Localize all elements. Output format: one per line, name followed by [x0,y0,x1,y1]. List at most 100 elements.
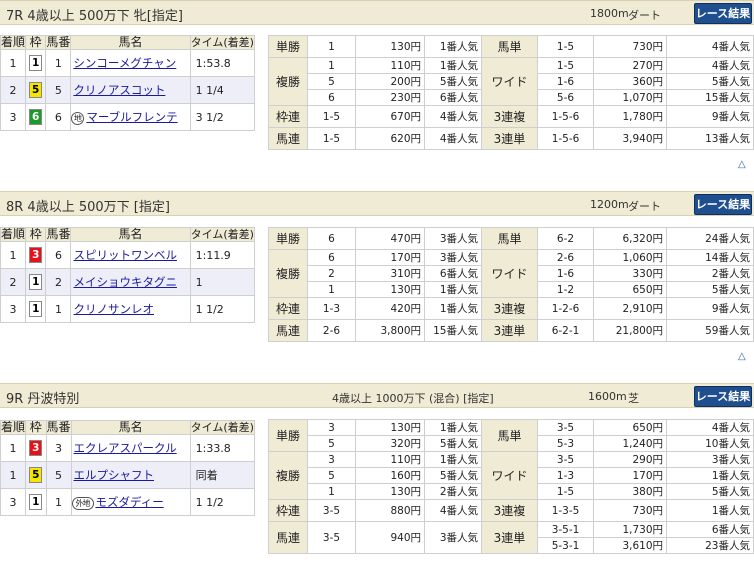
payout-cell: 4番人気 [666,57,754,74]
horse-link[interactable]: メイショウキタグニ [72,275,177,289]
race-header-7r: 7R 4歳以上 500万下 牝[指定] 1800m ダート レース結果 [0,0,754,25]
payout-cell: 5-3-1 [537,537,594,554]
payout-cell: 2-6 [307,319,356,342]
result-cell: 1 [0,461,27,489]
payout-cell: 3番人気 [424,521,482,554]
payout-cell: 3番人気 [666,451,754,468]
payout-cell: 9番人気 [666,297,754,320]
payout-cell: 160円 [355,467,425,484]
payout-cell: 230円 [355,89,425,106]
result-cell: 5 [25,76,47,104]
payout-cell: 3-5 [537,451,594,468]
waku-badge: 3 [29,440,43,456]
payout-cell: 9番人気 [666,105,754,128]
payout-cell: 110円 [355,451,425,468]
horse-link[interactable]: クリノアスコット [72,83,165,97]
payout-cell: 1番人気 [424,281,482,298]
result-cell: スピリットワンベル [70,241,191,269]
bet-type-label: 3連複 [481,105,538,128]
result-cell: メイショウキタグニ [70,268,191,296]
payout-cell: 5 [307,435,356,452]
col-horse: 馬名 [70,35,191,50]
result-cell: 1 [45,49,72,77]
horse-link[interactable]: エルプシャフト [72,468,155,482]
payout-cell: 23番人気 [666,537,754,554]
result-cell: 1 [45,295,72,323]
horse-link[interactable]: エクレアスパークル [72,441,177,455]
payout-cell: 14番人気 [666,249,754,266]
bet-type-label: 枠連 [268,105,308,128]
result-cell: 6 [45,241,72,269]
result-cell: 1:11.9 [189,241,256,269]
waku-badge: 6 [29,109,43,125]
bet-type-label: 単勝 [268,227,308,250]
bet-type-label: 3連単 [481,521,538,554]
result-cell: 1 1/2 [189,488,256,516]
payout-cell: 13番人気 [666,127,754,150]
payout-cell: 5 [307,73,356,90]
payout-cell: 320円 [355,435,425,452]
payout-cell: 21,800円 [593,319,667,342]
race-distance: 1200m [590,198,629,211]
payout-cell: 1 [307,57,356,74]
race-result-button[interactable]: レース結果 [694,386,752,407]
payout-cell: 730円 [593,499,667,522]
payout-cell: 380円 [593,483,667,500]
race-surface: ダート [628,9,661,22]
waku-badge: 1 [29,274,43,290]
bet-type-label: 馬連 [268,319,308,342]
payout-cell: 6番人気 [424,89,482,106]
payout-cell: 4番人気 [666,35,754,58]
payout-cell: 5番人気 [424,467,482,484]
result-cell: 2 [0,76,27,104]
col-time: タイム(着差) [189,35,256,50]
result-cell: クリノサンレオ [70,295,191,323]
horse-link[interactable]: シンコーメグチャン [72,56,176,70]
col-rank: 着順 [0,35,27,50]
payout-cell: 620円 [355,127,425,150]
horse-link[interactable]: クリノサンレオ [72,302,154,316]
payout-cell: 2,910円 [593,297,667,320]
payout-cell: 470円 [355,227,425,250]
race-result-button[interactable]: レース結果 [694,3,752,24]
payout-cell: 420円 [355,297,425,320]
bet-type-label: 複勝 [268,57,308,106]
payout-cell: 3番人気 [424,227,482,250]
result-cell: 3 1/2 [189,103,256,131]
payout-cell: 5番人気 [424,73,482,90]
bet-type-label: 馬単 [481,227,538,250]
result-table-9r: 着順 枠 馬番 馬名 タイム(着差) 1 3 3 エクレアスパークル 1:33.… [0,420,256,516]
result-cell: 1 [25,49,47,77]
horse-link[interactable]: スピリットワンベル [72,248,177,262]
payout-cell: 1-3 [537,467,594,484]
race-distance: 1800m [590,7,629,20]
race-result-button[interactable]: レース結果 [694,194,752,215]
result-cell: 5 [45,76,72,104]
bet-type-label: 単勝 [268,35,308,58]
race-distance: 1600m [588,390,627,403]
result-cell: 1:53.8 [189,49,256,77]
payout-cell: 59番人気 [666,319,754,342]
payout-cell: 4番人気 [666,419,754,436]
result-cell: エクレアスパークル [70,434,191,462]
payout-cell: 5番人気 [424,435,482,452]
horse-link[interactable]: モズダディー [94,495,164,509]
payout-cell: 1番人気 [666,499,754,522]
result-cell: 3 [25,434,47,462]
payout-cell: 650円 [593,419,667,436]
bet-type-label: 複勝 [268,451,308,500]
race-surface: ダート [628,200,661,213]
page-top-icon[interactable]: △ [738,351,746,362]
page-top-icon[interactable]: △ [738,159,746,170]
table-row: 1 3 6 スピリットワンベル 1:11.9 [0,241,256,269]
payout-cell: 1番人気 [424,35,482,58]
payout-cell: 4番人気 [424,127,482,150]
payout-cell: 130円 [355,419,425,436]
payout-cell: 2 [307,265,356,282]
payout-cell: 15番人気 [666,89,754,106]
horse-link[interactable]: マーブルフレンテ [84,110,177,124]
result-cell: 1 [189,268,256,296]
result-cell: 1 [0,434,27,462]
waku-badge: 1 [29,494,43,510]
payout-cell: 1-5 [537,57,594,74]
